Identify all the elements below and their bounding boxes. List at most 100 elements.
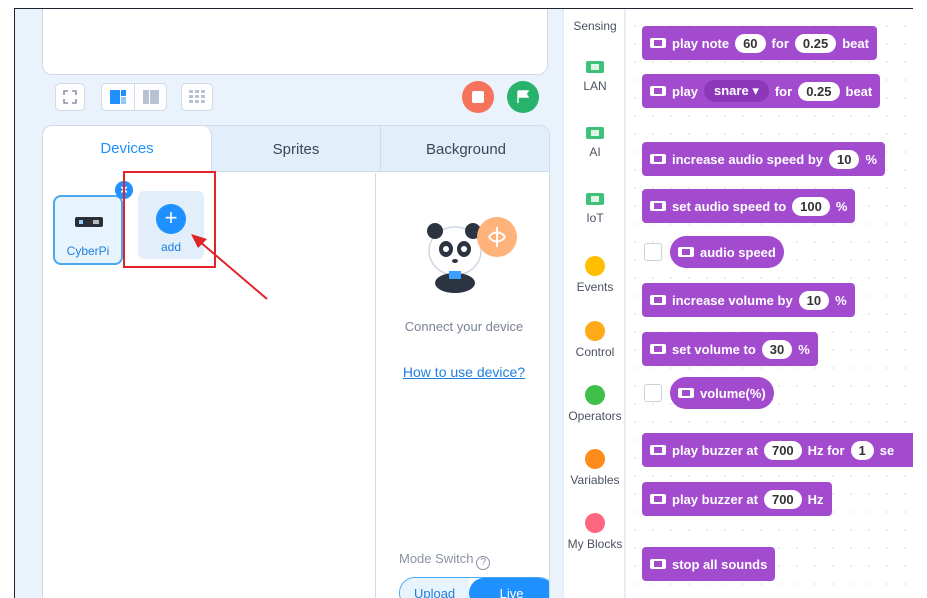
variables-dot-icon [585,449,605,469]
stop-icon [472,91,484,103]
audio-speed-reporter[interactable]: audio speed [670,236,784,268]
buzzer-seconds-input[interactable]: 1 [850,440,874,460]
fullscreen-icon [63,90,77,104]
block-text: for [774,83,793,99]
play-buzzer-for-block[interactable]: play buzzer at 700 Hz for 1 se [642,433,927,467]
block-text: increase volume by [672,292,793,308]
set-audio-speed-block[interactable]: set audio speed to 100 % [642,189,856,223]
lan-chip-icon [586,61,604,73]
ai-chip-icon [586,127,604,139]
category-sensing[interactable]: Sensing [564,19,626,33]
upload-mode-option[interactable]: Upload [400,578,470,598]
blocks-palette: play note 60 for 0.25 beat play snare ▾ … [626,9,927,598]
window-edge [913,8,927,598]
flag-icon [517,90,529,103]
small-stage-icon [142,90,159,104]
stop-all-sounds-block[interactable]: stop all sounds [642,547,776,581]
mode-switch-label: Mode Switch? [399,551,491,570]
category-sidebar: Sensing LAN AI IoT Events Control Operat… [563,9,626,598]
speed-value-input[interactable]: 100 [792,196,830,216]
cyberpi-block-icon [650,201,666,211]
stage-area[interactable] [42,9,548,75]
beats-input[interactable]: 0.25 [794,33,837,53]
block-text: se [879,442,895,458]
block-text: beat [842,35,869,51]
live-mode-option[interactable]: Live [469,578,549,598]
category-label: AI [589,145,601,159]
category-label: Control [575,345,615,359]
play-note-block[interactable]: play note 60 for 0.25 beat [642,26,877,60]
cyberpi-block-icon [650,445,666,455]
category-iot[interactable]: IoT [564,193,626,225]
cyberpi-block-icon [650,38,666,48]
device-card-cyberpi[interactable]: CyberPi [53,195,123,265]
connect-area: Connect your device How to use device? M… [377,173,549,598]
grid-icon [189,90,205,103]
annotation-arrow [191,234,268,300]
large-stage-icon [110,90,126,104]
audio-speed-checkbox[interactable] [644,243,662,261]
category-label: My Blocks [567,537,623,551]
connect-device-text: Connect your device [404,319,524,334]
block-text: play buzzer at [672,442,758,458]
device-panel: Devices Sprites Background CyberPi × + a… [42,125,550,598]
play-buzzer-block[interactable]: play buzzer at 700 Hz [642,482,832,516]
panel-tabs: Devices Sprites Background [43,126,549,172]
beats-input[interactable]: 0.25 [798,81,840,101]
block-text: Hz for [807,442,845,458]
category-label: LAN [583,79,607,93]
volume-reporter[interactable]: volume(%) [670,377,774,409]
volume-checkbox[interactable] [644,384,662,402]
block-text: for [771,35,789,51]
block-text: stop all sounds [672,556,768,572]
help-icon[interactable]: ? [476,556,491,570]
block-text: increase audio speed by [672,151,824,167]
block-text: play buzzer at [672,491,758,507]
category-lan[interactable]: LAN [564,61,626,93]
device-name: CyberPi [66,244,110,258]
block-text: volume(%) [700,385,766,401]
tab-sprites[interactable]: Sprites [212,126,381,172]
category-label: Variables [570,473,620,487]
volume-value-input[interactable]: 30 [761,339,793,359]
small-stage-button[interactable] [134,84,166,110]
cyberpi-block-icon [678,388,694,398]
control-dot-icon [585,321,605,341]
green-flag-button[interactable] [507,81,539,113]
set-volume-block[interactable]: set volume to 30 % [642,332,818,366]
mode-switch[interactable]: Upload Live [399,577,549,598]
play-drum-block[interactable]: play snare ▾ for 0.25 beat [642,74,881,108]
category-ai[interactable]: AI [564,127,626,159]
drum-dropdown[interactable]: snare ▾ [704,80,769,102]
fullscreen-button[interactable] [55,83,85,111]
block-text: beat [845,83,873,99]
large-stage-button[interactable] [102,84,134,110]
increase-volume-block[interactable]: increase volume by 10 % [642,283,855,317]
cyberpi-block-icon [650,86,666,96]
category-variables[interactable]: Variables [564,449,626,487]
cyberpi-block-icon [650,559,666,569]
operators-dot-icon [585,385,605,405]
how-to-use-link[interactable]: How to use device? [377,364,549,380]
app-frame: Devices Sprites Background CyberPi × + a… [14,8,927,598]
category-operators[interactable]: Operators [564,385,626,423]
panda-illustration [427,217,517,293]
tab-devices[interactable]: Devices [43,126,212,172]
category-control[interactable]: Control [564,321,626,359]
category-my-blocks[interactable]: My Blocks [564,513,626,551]
block-text: play [672,83,699,99]
my-blocks-dot-icon [585,513,605,533]
note-input[interactable]: 60 [735,33,766,53]
grid-view-button[interactable] [181,83,213,111]
buzzer-hz-input[interactable]: 700 [763,440,802,460]
buzzer-hz-input[interactable]: 700 [763,489,802,509]
increase-audio-speed-block[interactable]: increase audio speed by 10 % [642,142,886,176]
stop-button[interactable] [462,81,494,113]
speed-increase-input[interactable]: 10 [829,149,860,169]
category-events[interactable]: Events [564,256,626,294]
tab-background[interactable]: Background [381,126,549,172]
volume-increase-input[interactable]: 10 [798,290,830,310]
cyberpi-block-icon [650,344,666,354]
block-text: set volume to [672,341,756,357]
cyberpi-block-icon [650,295,666,305]
